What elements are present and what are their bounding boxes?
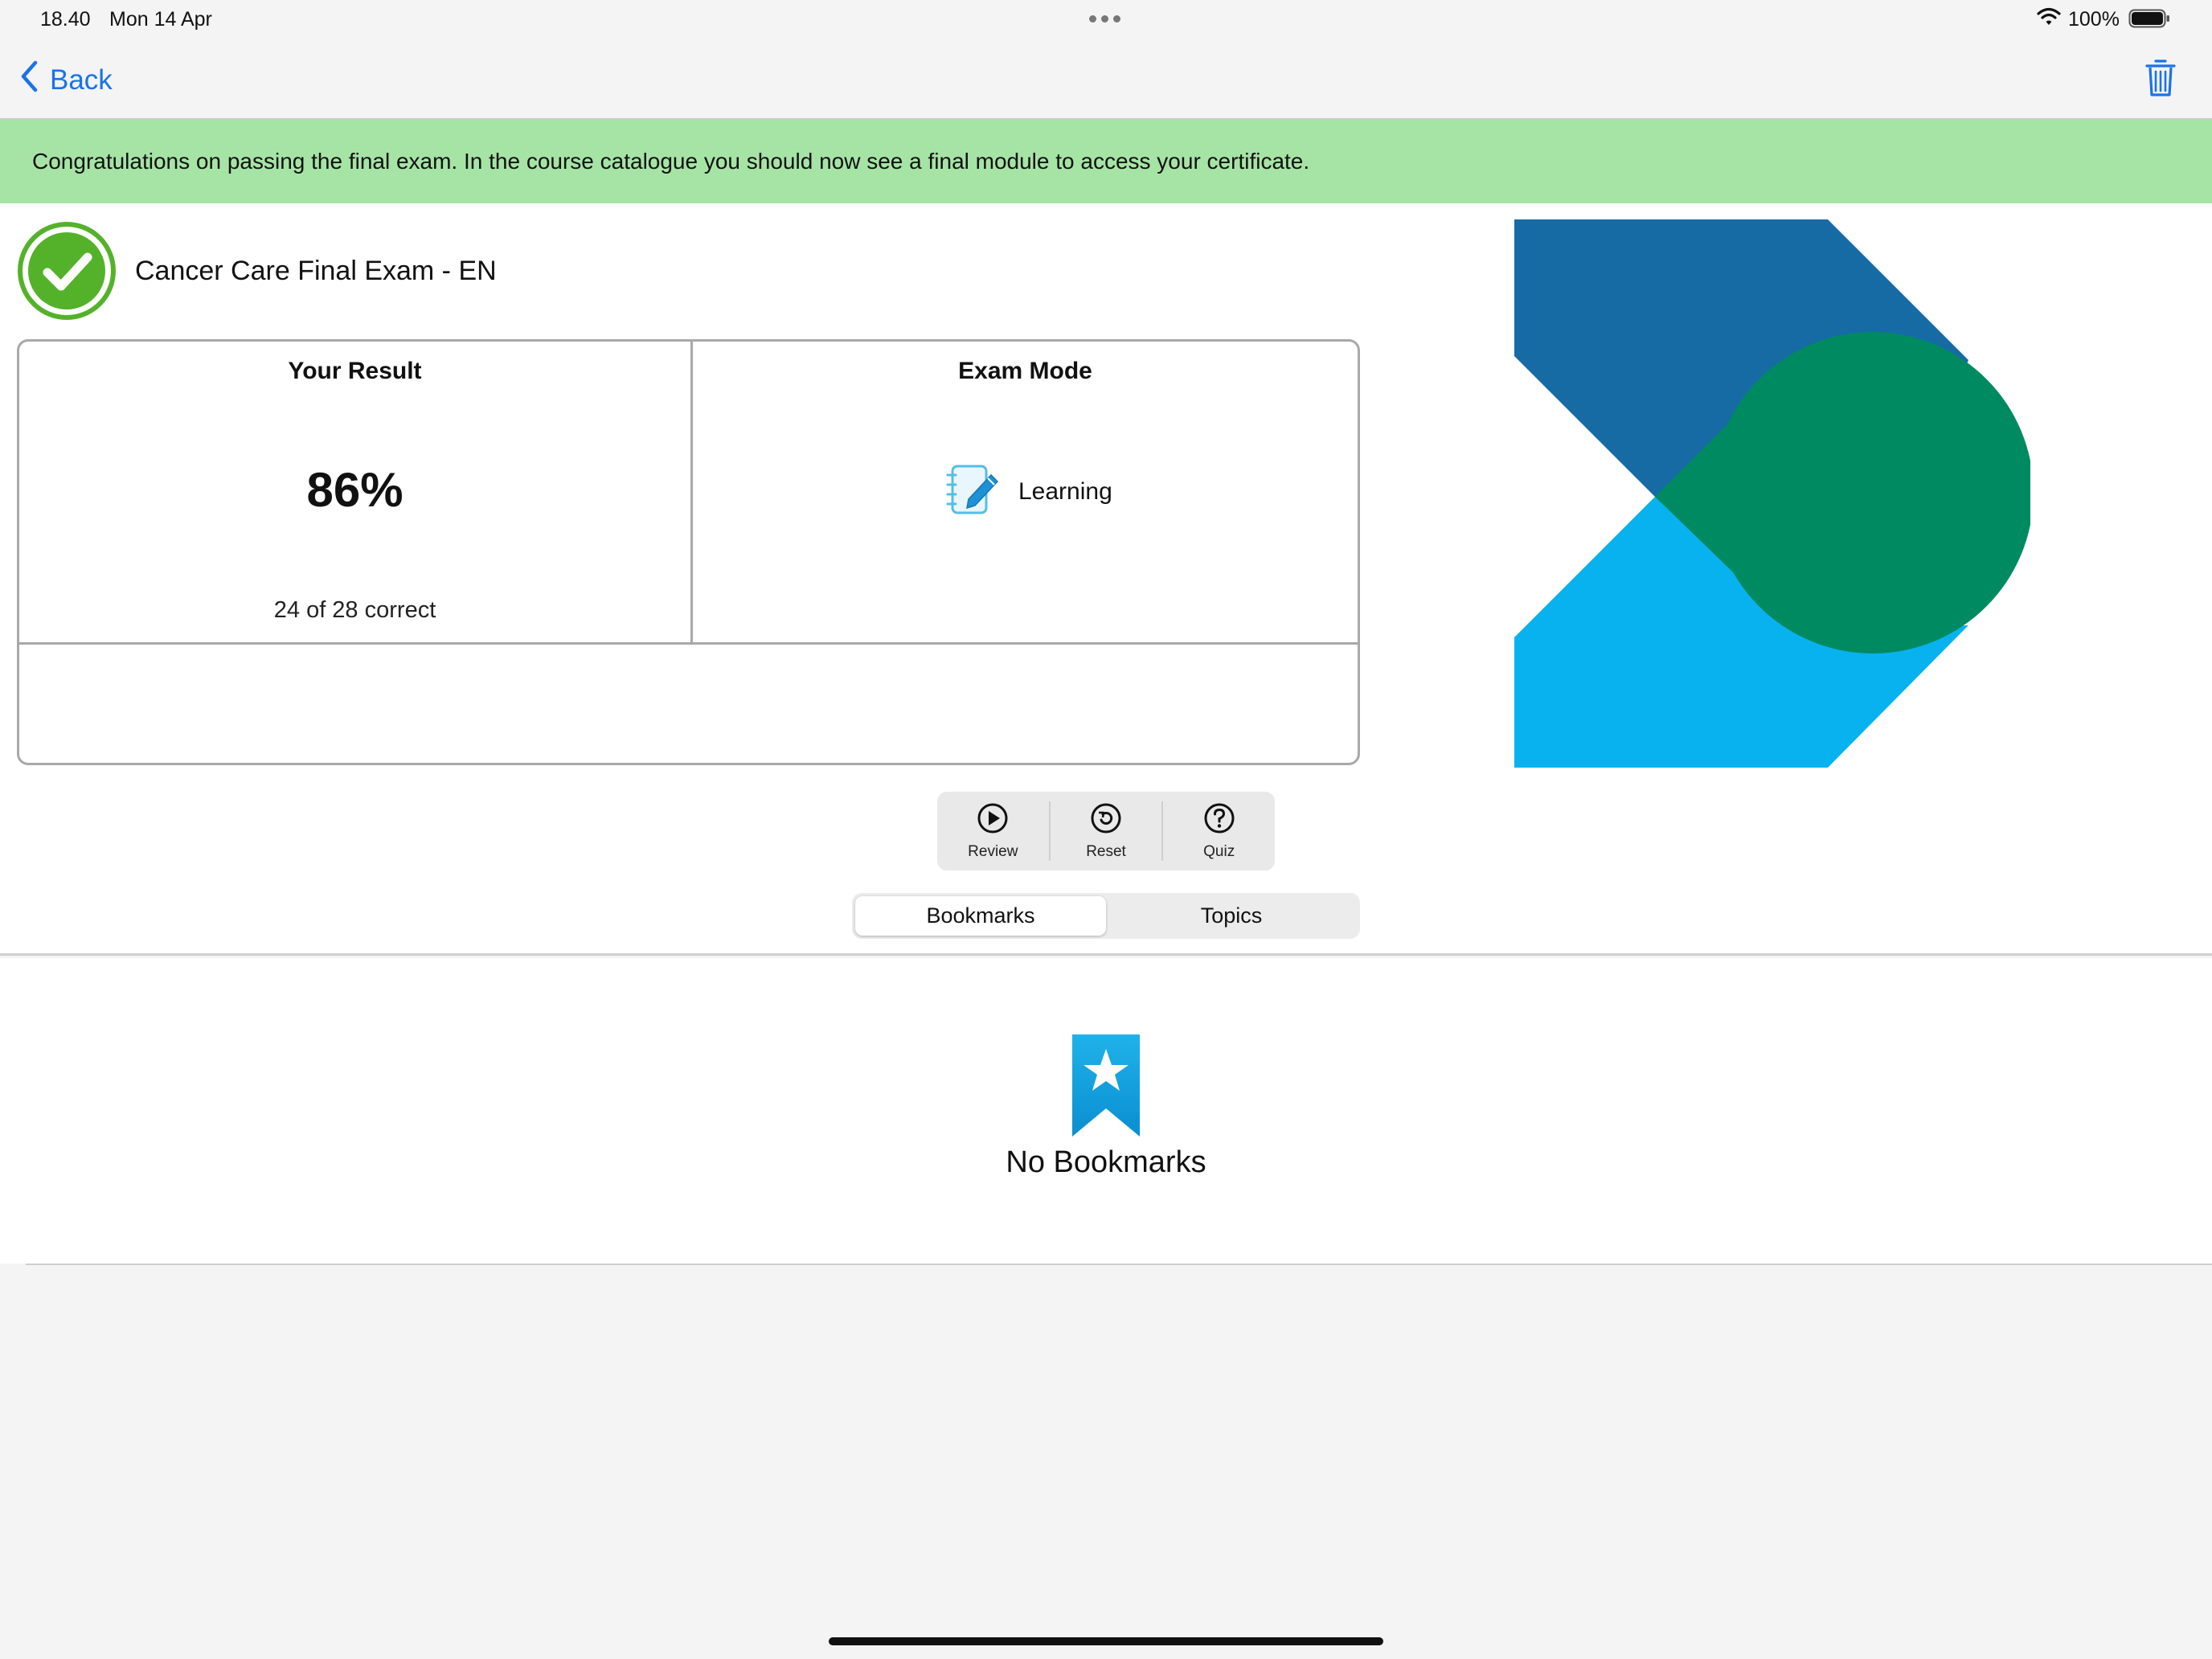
column-divider xyxy=(690,342,693,642)
action-toolbar: Review Reset Quiz xyxy=(937,792,1275,870)
trash-icon[interactable] xyxy=(2144,58,2177,98)
success-banner: Congratulations on passing the final exa… xyxy=(0,120,2212,203)
result-detail: 24 of 28 correct xyxy=(273,597,436,623)
wifi-icon xyxy=(2037,6,2061,27)
reset-circle-icon xyxy=(1090,802,1122,838)
back-button[interactable]: Back xyxy=(19,60,113,100)
empty-state-message: No Bookmarks xyxy=(1006,1145,1206,1179)
result-card: Your Result 86% 24 of 28 correct Exam Mo… xyxy=(17,339,1360,765)
status-time: 18.40 xyxy=(40,8,91,31)
tab-bookmarks[interactable]: Bookmarks xyxy=(855,896,1106,936)
banner-message: Congratulations on passing the final exa… xyxy=(32,149,1310,174)
exam-title: Cancer Care Final Exam - EN xyxy=(135,256,497,286)
checkmark-circle-icon xyxy=(17,221,117,321)
list-segmented-control: Bookmarks Topics xyxy=(852,893,1360,939)
quiz-label: Quiz xyxy=(1203,842,1235,860)
list-bottom-divider xyxy=(26,1264,2212,1265)
tab-topics[interactable]: Topics xyxy=(1106,896,1357,936)
mode-value: Learning xyxy=(1018,478,1112,505)
quiz-button[interactable]: Quiz xyxy=(1163,792,1275,870)
review-button[interactable]: Review xyxy=(937,792,1049,870)
notebook-pencil-icon xyxy=(944,462,1001,518)
status-date: Mon 14 Apr xyxy=(109,8,212,31)
reset-button[interactable]: Reset xyxy=(1051,792,1162,870)
battery-icon xyxy=(2128,9,2170,28)
play-circle-icon xyxy=(977,802,1009,838)
reset-label: Reset xyxy=(1086,842,1126,860)
result-heading: Your Result xyxy=(288,358,422,384)
question-circle-icon xyxy=(1203,802,1235,838)
brand-logo xyxy=(1514,219,2034,768)
result-percent: 86% xyxy=(306,463,403,517)
back-label: Back xyxy=(50,63,113,96)
section-divider xyxy=(0,953,2212,956)
navigation-bar: 18.40 Mon 14 Apr 100% Back xyxy=(0,0,2212,120)
app-screen: 18.40 Mon 14 Apr 100% Back Congratulatio… xyxy=(0,0,2212,1659)
row-divider xyxy=(19,642,1358,645)
chevron-left-icon xyxy=(19,60,39,100)
review-label: Review xyxy=(968,842,1018,860)
battery-percent: 100% xyxy=(2068,8,2120,31)
bookmark-star-icon xyxy=(1071,1034,1141,1137)
home-indicator[interactable] xyxy=(829,1637,1383,1645)
mode-heading: Exam Mode xyxy=(958,358,1092,384)
multitasking-dots-icon[interactable] xyxy=(1089,15,1120,23)
